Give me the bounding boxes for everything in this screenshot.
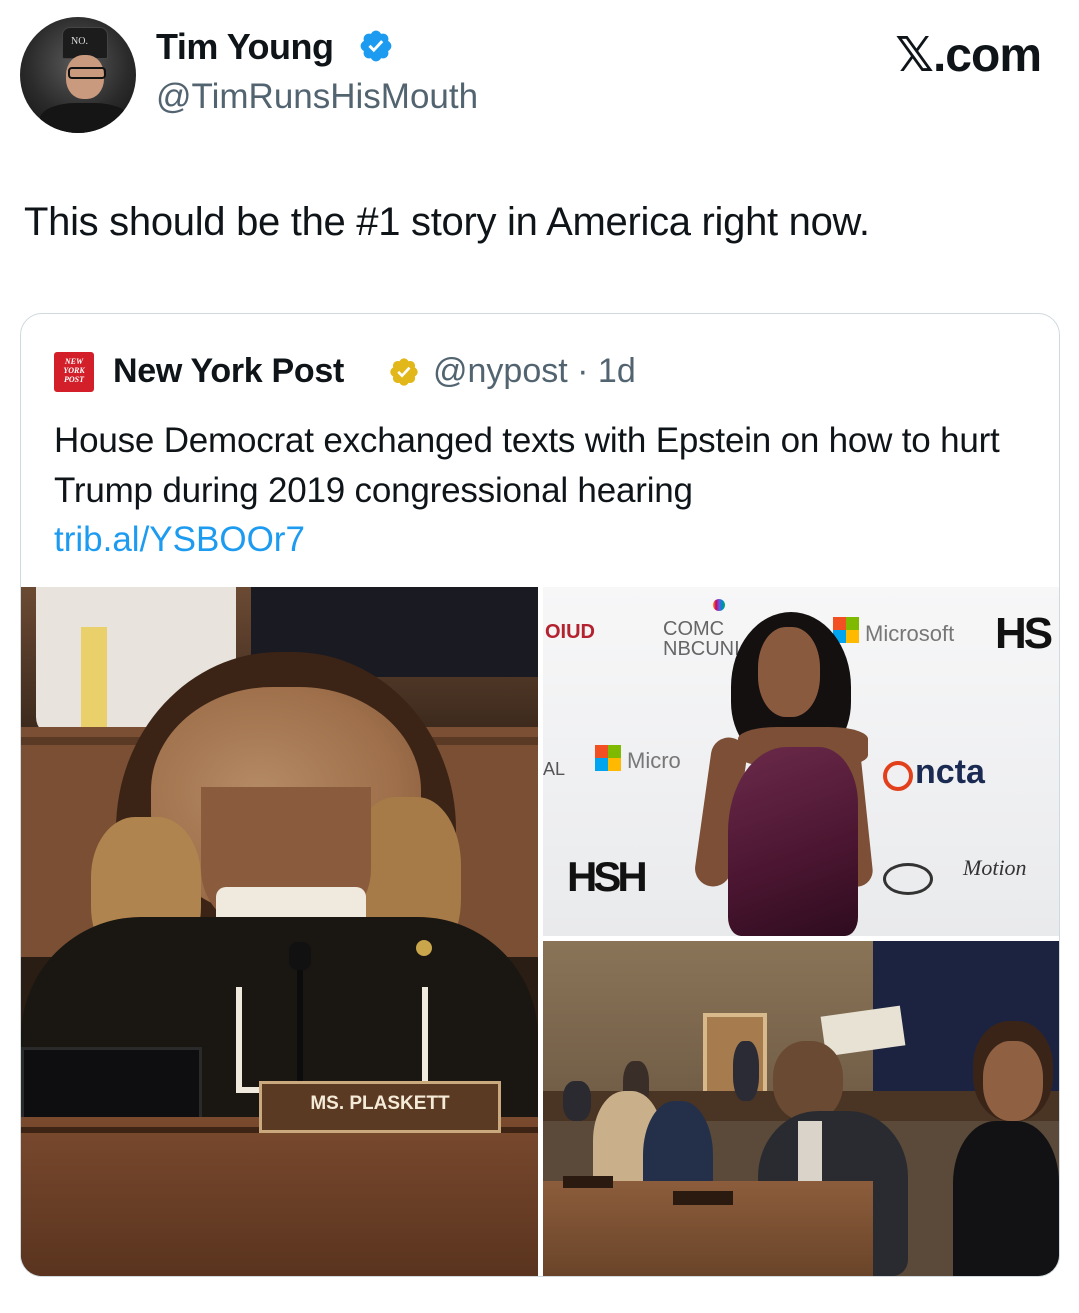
media-grid[interactable]: MS. PLASKETT OIUD COMC NBCUNI Microsoft H… bbox=[21, 587, 1059, 1276]
quoted-link[interactable]: trib.al/YSBOOr7 bbox=[54, 520, 305, 560]
quoted-source-name[interactable]: New York Post bbox=[113, 352, 344, 391]
quoted-handle-time[interactable]: @nypost · 1d bbox=[433, 352, 636, 391]
quoted-headline: House Democrat exchanged texts with Epst… bbox=[54, 421, 1000, 510]
nameplate-text: MS. PLASKETT bbox=[310, 1093, 450, 1114]
author-name[interactable]: Tim Young bbox=[156, 26, 334, 68]
author-handle[interactable]: @TimRunsHisMouth bbox=[156, 77, 478, 117]
media-image-event-backdrop[interactable]: OIUD COMC NBCUNI Microsoft HS Micro AL nc… bbox=[543, 587, 1059, 936]
tweet-text: This should be the #1 story in America r… bbox=[24, 200, 870, 244]
verified-badge-icon bbox=[360, 30, 392, 62]
media-image-hearing-room[interactable] bbox=[543, 941, 1059, 1276]
x-logo: 𝕏.com bbox=[895, 29, 1042, 82]
media-image-hearing-portrait[interactable]: MS. PLASKETT bbox=[21, 587, 538, 1276]
gold-verified-badge-icon bbox=[390, 358, 418, 386]
quoted-tweet-card[interactable]: NEW YORK POST New York Post @nypost · 1d H… bbox=[20, 313, 1060, 1277]
nypost-logo-icon: NEW YORK POST bbox=[54, 352, 94, 392]
author-avatar[interactable]: NO. bbox=[20, 17, 136, 133]
